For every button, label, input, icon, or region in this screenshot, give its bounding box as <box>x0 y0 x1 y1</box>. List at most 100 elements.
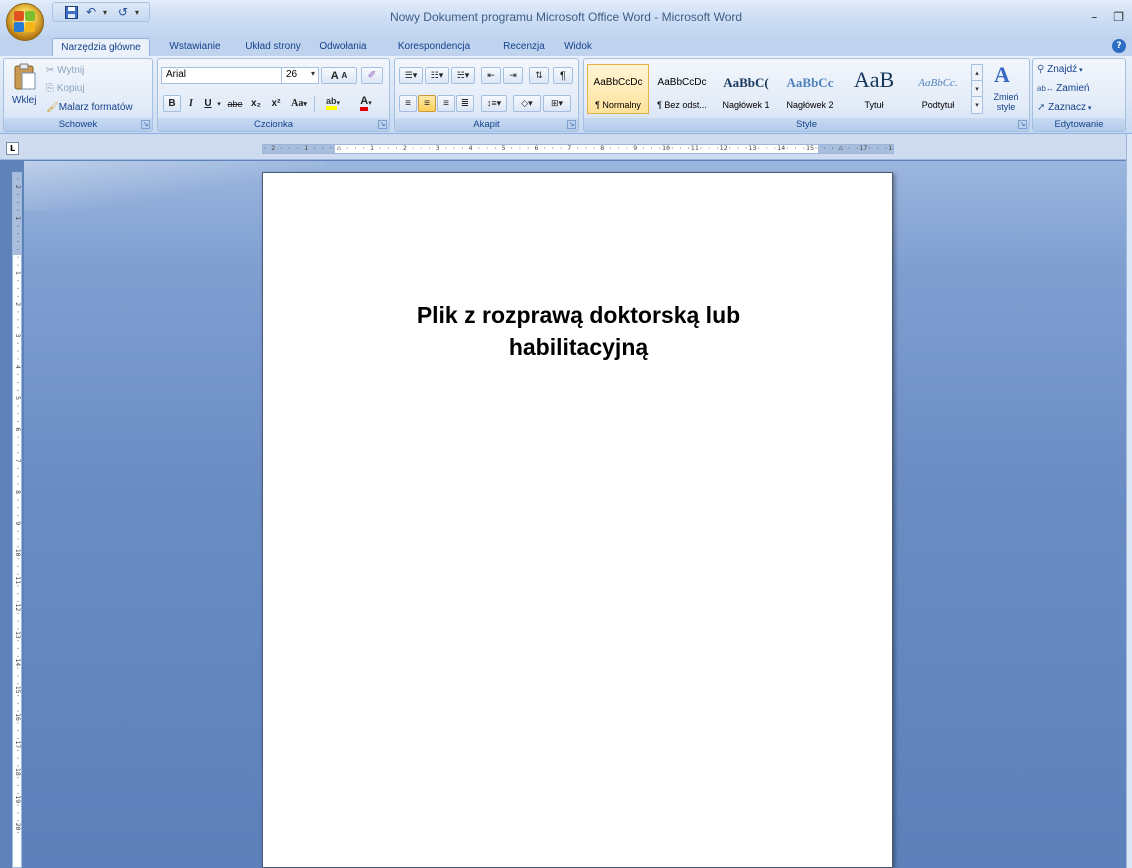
office-button[interactable] <box>6 3 44 41</box>
superscript-button[interactable]: x² <box>267 95 285 112</box>
paste-icon <box>14 63 36 90</box>
scroll-down-icon[interactable]: ▾ <box>972 81 982 97</box>
title-line: habilitacyjną <box>508 334 649 360</box>
replace-button[interactable]: ab↔ Zamień <box>1037 83 1089 94</box>
style-sample: AaBbCcDc <box>593 77 643 88</box>
clipboard-group: Wklej ✂ Wytnij ⎘ Kopiuj 🖌Malarz formatów… <box>3 58 153 132</box>
line-spacing-icon: ↕≡▾ <box>486 98 502 108</box>
shading-button[interactable]: ◇▾ <box>513 95 541 112</box>
separator <box>314 96 315 112</box>
help-icon[interactable]: ? <box>1112 39 1126 53</box>
italic-button[interactable]: I <box>183 95 199 112</box>
style-tile-no-spacing[interactable]: AaBbCcDc ¶ Bez odst... <box>651 64 713 114</box>
grow-shrink-font-buttons: A A <box>321 67 357 84</box>
chevron-down-icon: ▾ <box>1077 67 1083 74</box>
bold-button[interactable]: B <box>163 95 181 112</box>
numbering-icon: ☷▾ <box>430 70 444 80</box>
style-tile-heading-2[interactable]: AaBbCc Nagłówek 2 <box>779 64 841 114</box>
vertical-scrollbar[interactable] <box>1126 134 1132 868</box>
format-painter-button[interactable]: 🖌Malarz formatów <box>46 102 133 113</box>
bullets-icon: ☰▾ <box>404 70 418 80</box>
document-title-text[interactable]: Plik z rozprawą doktorską lub habilitacy… <box>343 299 814 363</box>
align-right-icon: ≡ <box>443 98 449 109</box>
subscript-button[interactable]: x₂ <box>247 95 265 112</box>
copy-button[interactable]: ⎘ Kopiuj <box>46 83 85 94</box>
style-sample: AaB <box>853 67 895 92</box>
change-styles-button[interactable]: A Zmień style <box>986 60 1026 116</box>
cursor-arrow-icon: ➚ <box>1037 102 1049 113</box>
borders-button[interactable]: ⊞▾ <box>543 95 571 112</box>
restore-icon[interactable]: ❐ <box>1113 10 1124 24</box>
underline-dropdown-icon[interactable]: ▾ <box>215 95 223 112</box>
style-tile-normal[interactable]: AaBbCcDc ¶ Normalny <box>587 64 649 114</box>
select-button[interactable]: ➚ Zaznacz ▾ <box>1037 102 1091 113</box>
dialog-launcher-icon[interactable]: ↘ <box>141 120 150 129</box>
vertical-ruler[interactable]: · 2 · · · 1 · · · · · · 1 · · · 2 · · · … <box>12 172 22 868</box>
style-tile-subtitle[interactable]: AaBbCc. Podtytuł <box>907 64 969 114</box>
replace-label: Zamień <box>1056 83 1090 94</box>
font-name-combo[interactable]: Arial ▾ <box>161 67 299 84</box>
tab-mailings[interactable]: Korespondencja <box>386 38 482 56</box>
highlight-button[interactable]: ab ▾ <box>318 94 348 111</box>
font-color-icon: A <box>360 95 369 111</box>
paragraph-group-label: Akapit <box>395 118 578 131</box>
paste-button[interactable]: Wklej <box>10 63 40 109</box>
font-size-combo[interactable]: 26 ▾ <box>281 67 319 84</box>
style-name: Nagłówek 1 <box>722 100 770 110</box>
minimize-icon[interactable]: – <box>1091 10 1097 24</box>
change-styles-label: Zmień style <box>993 92 1019 112</box>
tab-selector-button[interactable]: L <box>6 142 19 155</box>
numbering-button[interactable]: ☷▾ <box>425 67 449 84</box>
style-gallery-scroll: ▴ ▾ ▾ <box>971 64 983 114</box>
font-color-button[interactable]: A ▾ <box>351 94 381 111</box>
gallery-more-icon[interactable]: ▾ <box>972 97 982 113</box>
align-center-button[interactable]: ≡ <box>418 95 436 112</box>
style-name: ¶ Normalny <box>595 100 641 110</box>
horizontal-ruler[interactable]: · 2 · · · 1 · · · ⌂ · · · 1 · · · 2 · · … <box>262 144 894 154</box>
bullets-button[interactable]: ☰▾ <box>399 67 423 84</box>
sort-button[interactable]: ⇅ <box>529 67 549 84</box>
tab-review[interactable]: Recenzja <box>498 38 550 56</box>
style-tile-title[interactable]: AaB Tytuł <box>843 64 905 114</box>
line-spacing-button[interactable]: ↕≡▾ <box>481 95 507 112</box>
show-formatting-button[interactable]: ¶ <box>553 67 573 84</box>
style-name: Nagłówek 2 <box>786 100 834 110</box>
window-title: Nowy Dokument programu Microsoft Office … <box>389 10 743 24</box>
justify-icon: ≣ <box>460 98 470 109</box>
increase-indent-button[interactable]: ⇥ <box>503 67 523 84</box>
tab-page-layout[interactable]: Układ strony <box>238 38 308 56</box>
document-page[interactable]: Plik z rozprawą doktorską lub habilitacy… <box>262 172 893 868</box>
find-button[interactable]: ⚲ Znajdź ▾ <box>1037 64 1083 75</box>
brush-icon: 🖌 <box>46 102 59 113</box>
scissors-icon: ✂ <box>46 65 58 76</box>
cut-label: Wytnij <box>57 65 85 76</box>
grow-font-button[interactable]: A <box>331 70 339 82</box>
style-name: Tytuł <box>864 100 884 110</box>
tab-view[interactable]: Widok <box>560 38 596 56</box>
dialog-launcher-icon[interactable]: ↘ <box>1018 120 1027 129</box>
strikethrough-button[interactable]: abe <box>225 95 245 112</box>
clear-formatting-button[interactable]: ✐ <box>361 67 383 84</box>
justify-button[interactable]: ≣ <box>456 95 474 112</box>
dialog-launcher-icon[interactable]: ↘ <box>378 120 387 129</box>
underline-button[interactable]: U <box>201 95 215 112</box>
scroll-up-icon[interactable]: ▴ <box>972 65 982 81</box>
binoculars-icon: ⚲ <box>1037 64 1048 75</box>
align-right-button[interactable]: ≡ <box>437 95 455 112</box>
cut-button[interactable]: ✂ Wytnij <box>46 65 84 76</box>
align-left-button[interactable]: ≡ <box>399 95 417 112</box>
tab-references[interactable]: Odwołania <box>314 38 372 56</box>
borders-icon: ⊞▾ <box>550 98 564 108</box>
decrease-indent-button[interactable]: ⇤ <box>481 67 501 84</box>
multilevel-list-button[interactable]: ☵▾ <box>451 67 475 84</box>
highlight-icon: ab <box>325 96 337 110</box>
tab-insert[interactable]: Wstawianie <box>162 38 228 56</box>
paste-label: Wklej <box>12 95 37 106</box>
shrink-font-button[interactable]: A <box>341 71 347 80</box>
font-size-value: 26 <box>286 69 298 80</box>
style-tile-heading-1[interactable]: AaBbC( Nagłówek 1 <box>715 64 777 114</box>
dialog-launcher-icon[interactable]: ↘ <box>567 120 576 129</box>
style-name: ¶ Bez odst... <box>657 100 707 110</box>
tab-home[interactable]: Narzędzia główne <box>52 38 150 56</box>
change-case-button[interactable]: Aa ▾ <box>287 95 311 112</box>
